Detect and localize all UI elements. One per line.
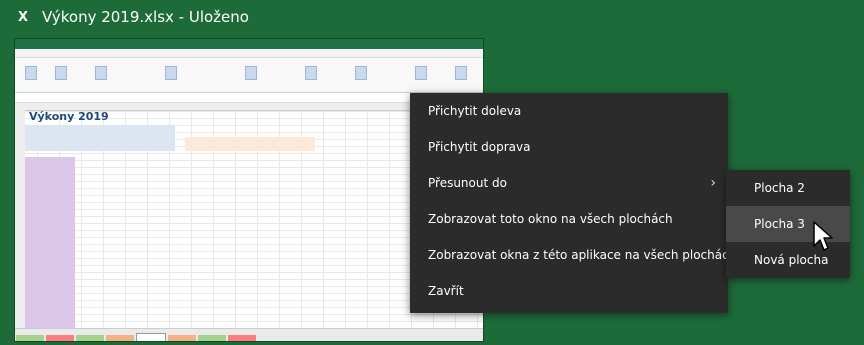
mouse-cursor-icon bbox=[813, 221, 833, 251]
ribbon-title-strip bbox=[15, 39, 483, 49]
menu-item-snap-left[interactable]: Přichytit doleva bbox=[410, 93, 728, 129]
chevron-right-icon: › bbox=[710, 175, 716, 191]
menu-item-move-to[interactable]: Přesunout do › bbox=[410, 165, 728, 201]
menu-item-label: Přichytit doprava bbox=[428, 140, 531, 154]
menu-item-label: Přichytit doleva bbox=[428, 104, 522, 118]
sheet-title: Výkony 2019 bbox=[29, 110, 109, 123]
menu-item-label: Zobrazovat okna z této aplikace na všech… bbox=[428, 248, 737, 262]
submenu-item-label: Plocha 3 bbox=[754, 217, 805, 231]
menu-item-show-app-all-desktops[interactable]: Zobrazovat okna z této aplikace na všech… bbox=[410, 237, 736, 273]
menu-item-close[interactable]: Zavřít bbox=[410, 273, 728, 309]
ribbon bbox=[15, 58, 483, 93]
menu-item-snap-right[interactable]: Přichytit doprava bbox=[410, 129, 728, 165]
menu-item-label: Zobrazovat toto okno na všech plochách bbox=[428, 212, 673, 226]
submenu-item-desktop-2[interactable]: Plocha 2 bbox=[726, 170, 850, 206]
menu-item-label: Přesunout do bbox=[428, 176, 507, 190]
menu-item-show-window-all-desktops[interactable]: Zobrazovat toto okno na všech plochách bbox=[410, 201, 728, 237]
submenu-item-label: Nová plocha bbox=[754, 253, 829, 267]
window-title-bar: X Výkony 2019.xlsx - Uloženo bbox=[14, 8, 249, 26]
submenu-item-label: Plocha 2 bbox=[754, 181, 805, 195]
context-menu: Přichytit doleva Přichytit doprava Přesu… bbox=[410, 93, 736, 313]
sheet-tabs bbox=[15, 328, 483, 341]
excel-icon: X bbox=[17, 9, 29, 25]
menu-item-label: Zavřít bbox=[428, 284, 464, 298]
ribbon-tabs bbox=[15, 49, 483, 58]
window-title: Výkony 2019.xlsx - Uloženo bbox=[42, 8, 249, 26]
